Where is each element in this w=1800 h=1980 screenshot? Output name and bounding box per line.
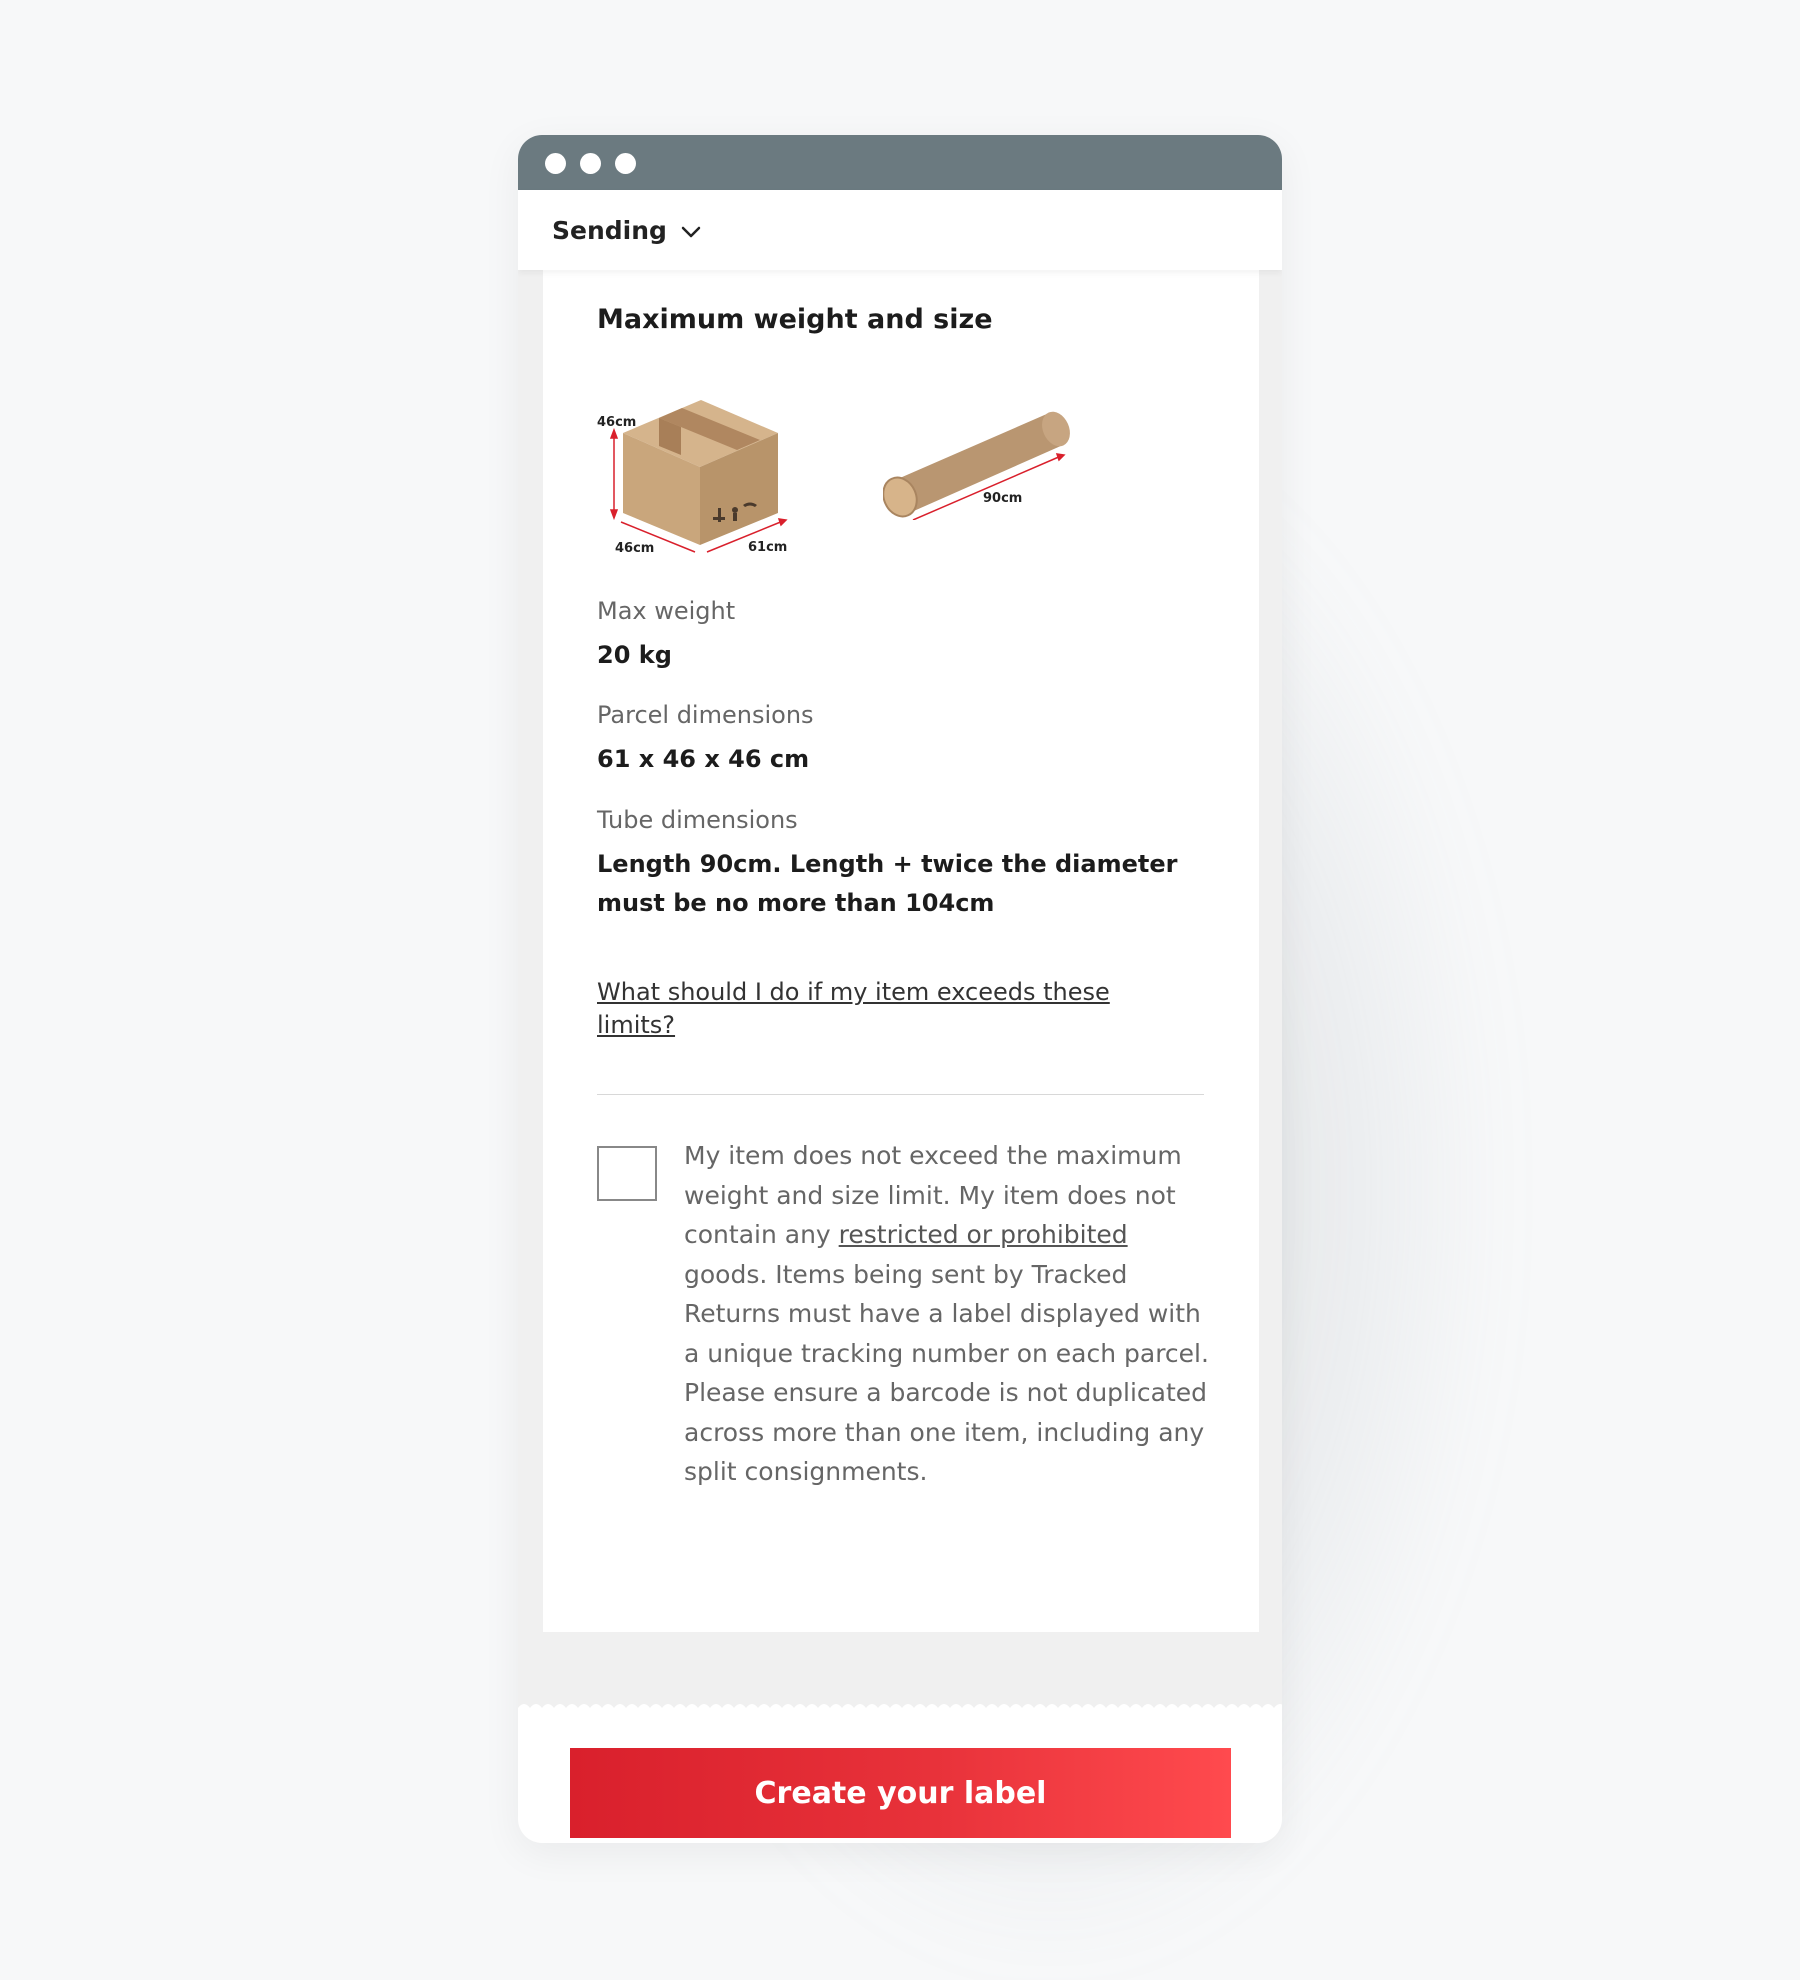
tube-illustration: 90cm: [883, 411, 1070, 520]
box-width-label: 61cm: [748, 540, 787, 555]
parcel-box-illustration: 46cm 46cm 61cm: [597, 400, 788, 556]
tube-length-label: 90cm: [983, 491, 1022, 506]
consent-checkbox[interactable]: [597, 1146, 657, 1201]
max-weight-value: 20 kg: [597, 641, 672, 669]
restricted-goods-link[interactable]: restricted or prohibited: [839, 1220, 1128, 1249]
parcel-dimensions-value: 61 x 46 x 46 cm: [597, 745, 810, 773]
tube-dimensions-section: Tube dimensions Length 90cm. Length + tw…: [597, 806, 1217, 923]
window-control-dot[interactable]: [580, 153, 601, 174]
window-control-dot[interactable]: [615, 153, 636, 174]
exceeds-limits-link[interactable]: What should I do if my item exceeds thes…: [597, 976, 1157, 1042]
max-weight-section: Max weight 20 kg: [597, 597, 1217, 675]
consent-text-after: goods. Items being sent by Tracked Retur…: [684, 1259, 1209, 1487]
tube-dimensions-label: Tube dimensions: [597, 806, 798, 834]
nav-label: Sending: [552, 215, 667, 245]
tube-dimensions-value: Length 90cm. Length + twice the diameter…: [597, 850, 1178, 917]
sending-nav-dropdown[interactable]: Sending: [518, 190, 1282, 270]
section-divider: [597, 1094, 1204, 1095]
card-title: Maximum weight and size: [597, 304, 993, 335]
box-height-label: 46cm: [597, 415, 636, 430]
browser-window: Sending Maximum weight and size 46cm 46c…: [518, 135, 1282, 1843]
box-depth-label: 46cm: [615, 541, 654, 556]
parcel-dimensions-section: Parcel dimensions 61 x 46 x 46 cm: [597, 701, 1217, 779]
window-control-dot[interactable]: [545, 153, 566, 174]
consent-text: My item does not exceed the maximum weig…: [684, 1136, 1214, 1492]
create-label-button[interactable]: Create your label: [570, 1748, 1231, 1838]
limits-card: Maximum weight and size 46cm 46cm 61cm 9…: [543, 270, 1259, 1632]
window-titlebar: [518, 135, 1282, 190]
chevron-down-icon: [681, 226, 701, 238]
max-weight-label: Max weight: [597, 597, 736, 625]
parcel-dimensions-label: Parcel dimensions: [597, 701, 814, 729]
